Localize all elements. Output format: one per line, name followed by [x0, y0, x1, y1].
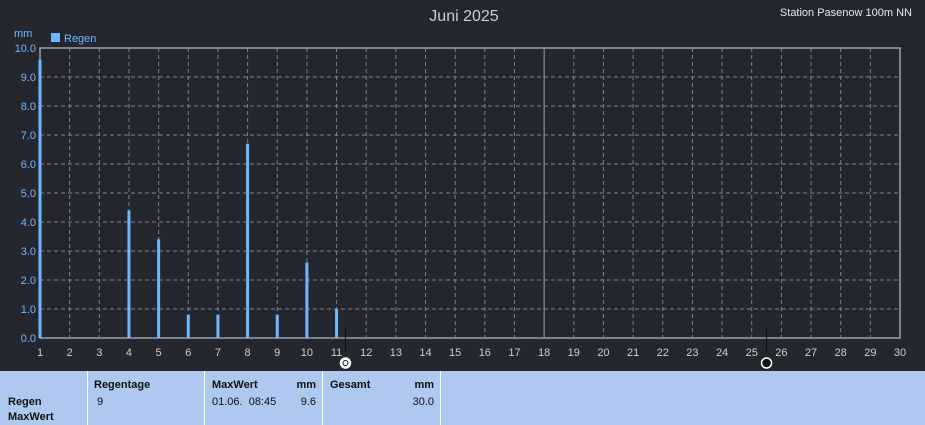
- x-tick-label: 4: [126, 347, 132, 359]
- gesamt-value: 30.0: [412, 396, 434, 408]
- x-tick-label: 27: [805, 347, 817, 359]
- y-unit-label: mm: [14, 28, 32, 40]
- y-tick-label: 4.0: [21, 217, 36, 229]
- legend-swatch: [51, 33, 60, 42]
- legend-label: Regen: [64, 33, 96, 45]
- x-tick-label: 3: [96, 347, 102, 359]
- x-tick-label: 1: [37, 347, 43, 359]
- rain-bar: [186, 314, 190, 338]
- x-tick-label: 25: [746, 347, 758, 359]
- x-tick-label: 18: [538, 347, 550, 359]
- x-tick-label: 7: [215, 347, 221, 359]
- y-tick-label: 10.0: [15, 43, 36, 55]
- maxwert-label: MaxWert: [212, 379, 258, 391]
- y-tick-label: 5.0: [21, 188, 36, 200]
- x-tick-label: 20: [597, 347, 609, 359]
- rain-bar: [157, 239, 161, 338]
- x-tick-label: 14: [419, 347, 431, 359]
- y-tick-label: 9.0: [21, 72, 36, 84]
- x-tick-label: 12: [360, 347, 372, 359]
- stats-maxwert-cell: MaxWert mm 01.06. 08:45 9.6: [205, 371, 323, 425]
- y-tick-label: 1.0: [21, 304, 36, 316]
- x-tick-label: 13: [390, 347, 402, 359]
- x-tick-label: 30: [894, 347, 906, 359]
- stats-row-sublabel: MaxWert: [8, 411, 54, 423]
- gesamt-label: Gesamt: [330, 379, 371, 391]
- x-tick-label: 16: [479, 347, 491, 359]
- moon-full-icon: [339, 357, 352, 369]
- regentage-value: 9: [97, 396, 104, 408]
- x-tick-label: 8: [245, 347, 251, 359]
- rain-bar: [275, 314, 279, 338]
- y-tick-label: 8.0: [21, 101, 36, 113]
- x-tick-label: 26: [775, 347, 787, 359]
- y-tick-label: 3.0: [21, 246, 36, 258]
- x-tick-label: 15: [449, 347, 461, 359]
- x-tick-label: 22: [657, 347, 669, 359]
- x-tick-label: 21: [627, 347, 639, 359]
- x-tick-label: 11: [331, 347, 342, 359]
- y-tick-label: 2.0: [21, 275, 36, 287]
- x-tick-label: 19: [568, 347, 580, 359]
- rain-bar: [335, 309, 339, 338]
- x-tick-label: 9: [274, 347, 280, 359]
- x-tick-label: 28: [835, 347, 847, 359]
- stats-gesamt-cell: Gesamt mm 30.0: [323, 371, 441, 425]
- y-axis-ticks: 0.0 1.0 2.0 3.0 4.0 5.0 6.0 7.0 8.0 9.0 10.0: [15, 43, 36, 345]
- x-tick-label: 2: [67, 347, 73, 359]
- chart-title: Juni 2025: [429, 8, 498, 25]
- x-tick-label: 29: [864, 347, 876, 359]
- x-tick-label: 10: [301, 347, 313, 359]
- gesamt-unit: mm: [414, 379, 434, 391]
- x-tick-label: 24: [716, 347, 728, 359]
- x-tick-label: 17: [508, 347, 520, 359]
- moon-markers: [339, 328, 773, 369]
- y-tick-label: 7.0: [21, 130, 36, 142]
- x-tick-label: 6: [185, 347, 191, 359]
- rain-bar: [38, 59, 42, 338]
- maxwert-value: 9.6: [300, 396, 316, 408]
- stats-panel: Regen MaxWert Regentage 9 MaxWert mm 01.…: [0, 371, 925, 425]
- stats-row-label-cell: Regen MaxWert: [0, 371, 88, 425]
- rain-bar: [216, 314, 220, 338]
- rain-bar: [246, 143, 250, 338]
- x-axis-ticks: 1 2 3 4 5 6 7 8 9 10 11 12 13 14 15 16 17 18 19 20 21 22 23 24 2…: [37, 347, 906, 359]
- rain-bar: [127, 210, 131, 338]
- x-tick-label: 23: [686, 347, 698, 359]
- regentage-label: Regentage: [94, 379, 151, 391]
- y-tick-label: 6.0: [21, 159, 36, 171]
- rain-chart: Juni 2025 Station Pasenow 100m NN mm Reg…: [14, 7, 912, 369]
- stats-regentage-cell: Regentage 9: [88, 371, 205, 425]
- x-tick-label: 5: [156, 347, 162, 359]
- rain-bar: [305, 262, 309, 338]
- grid: [39, 47, 901, 339]
- station-label: Station Pasenow 100m NN: [780, 7, 912, 19]
- maxwert-unit: mm: [296, 379, 316, 391]
- moon-new-icon: [760, 357, 773, 369]
- maxwert-date: 01.06. 08:45: [212, 396, 277, 408]
- y-tick-label: 0.0: [21, 333, 36, 345]
- stats-row-label: Regen: [8, 396, 42, 408]
